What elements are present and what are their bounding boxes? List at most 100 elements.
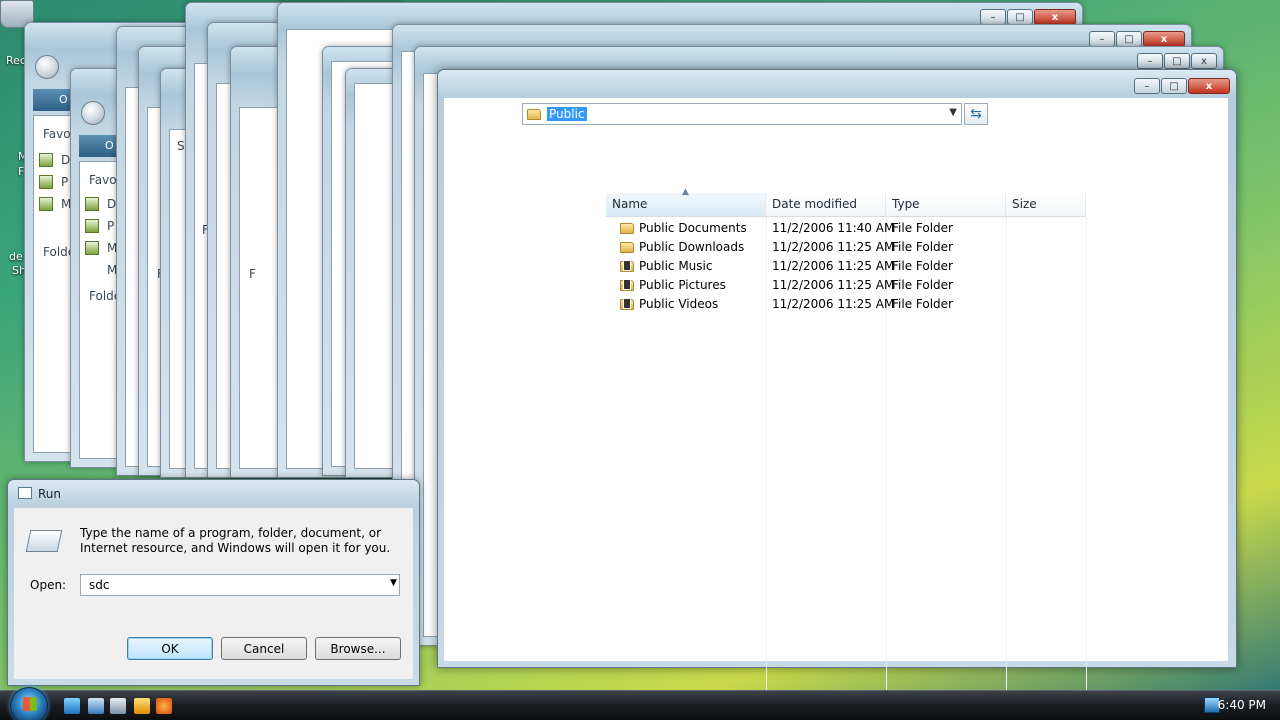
row-name: Public Pictures — [639, 278, 726, 292]
row-type: File Folder — [892, 297, 953, 311]
close-button[interactable]: x — [1143, 31, 1185, 47]
sort-ascending-icon: ▲ — [682, 187, 689, 197]
sidebar-item[interactable]: P — [107, 219, 114, 233]
start-button[interactable] — [10, 687, 48, 720]
close-button[interactable]: x — [1191, 53, 1217, 69]
toolbar-label: O — [105, 139, 114, 152]
column-divider — [766, 217, 767, 692]
maximize-button[interactable]: □ — [1007, 9, 1033, 25]
run-dialog-title: Run — [38, 487, 62, 501]
caption-buttons: – □ x — [1137, 53, 1217, 69]
run-dialog-body: Type the name of a program, folder, docu… — [14, 508, 413, 679]
column-header-type[interactable]: Type — [886, 193, 1006, 217]
sidebar-favorites-label: Favo — [89, 173, 117, 187]
row-name-cell: Public Videos — [620, 297, 718, 311]
row-name: Public Videos — [639, 297, 719, 311]
caption-buttons: – □ x — [1089, 31, 1185, 47]
row-date: 11/2/2006 11:25 AM — [772, 278, 895, 292]
refresh-button[interactable]: ⇆ — [964, 103, 988, 125]
public-explorer-window[interactable]: – □ x Public ▼ ⇆ ▲ Name Date modified Ty… — [437, 69, 1237, 692]
taskbar-clock[interactable]: 6:40 PM — [1218, 698, 1266, 712]
show-desktop-icon[interactable] — [88, 698, 104, 714]
address-bar[interactable]: Public ▼ — [522, 103, 962, 125]
sidebar-favorites-label: Favo — [43, 127, 71, 141]
sidebar-item[interactable]: D — [107, 197, 116, 211]
music-icon — [39, 197, 53, 211]
minimize-button[interactable]: – — [1089, 31, 1115, 47]
folder-icon — [527, 108, 541, 120]
toolbar-label: O — [59, 93, 68, 106]
windows-logo-icon — [23, 697, 37, 711]
close-button[interactable]: x — [1034, 9, 1076, 25]
folder-icon — [620, 222, 634, 234]
run-dialog[interactable]: Run Type the name of a program, folder, … — [7, 479, 420, 686]
music-icon — [85, 241, 99, 255]
row-name-cell: Public Documents — [620, 221, 747, 235]
row-type: File Folder — [892, 278, 953, 292]
row-date: 11/2/2006 11:25 AM — [772, 240, 895, 254]
run-window-icon — [18, 487, 32, 499]
folder-icon — [620, 241, 634, 253]
pictures-folder-icon — [620, 278, 634, 291]
maximize-button[interactable]: □ — [1164, 53, 1190, 69]
chevron-down-icon[interactable]: ▼ — [390, 578, 397, 588]
row-name: Public Documents — [639, 221, 747, 235]
run-open-input[interactable] — [80, 574, 400, 596]
row-date: 11/2/2006 11:40 AM — [772, 221, 895, 235]
row-name: Public Downloads — [639, 240, 745, 254]
videos-folder-icon — [620, 297, 634, 310]
explorer-content: Public ▼ ⇆ ▲ Name Date modified Type Siz… — [444, 98, 1228, 692]
row-name: Public Music — [639, 259, 713, 273]
caption-buttons: – □ x — [980, 9, 1076, 25]
minimize-button[interactable]: – — [1134, 78, 1160, 94]
chevron-down-icon[interactable]: ▼ — [949, 107, 957, 118]
column-header-date[interactable]: Date modified — [766, 193, 886, 217]
picture-icon — [85, 219, 99, 233]
document-icon — [39, 153, 53, 167]
music-folder-icon — [620, 259, 634, 272]
row-name-cell: Public Pictures — [620, 278, 726, 292]
picture-icon — [39, 175, 53, 189]
column-header-label: Type — [892, 197, 920, 211]
sidebar-item[interactable]: D — [61, 153, 70, 167]
minimize-button[interactable]: – — [1137, 53, 1163, 69]
row-name-cell: Public Downloads — [620, 240, 744, 254]
switch-windows-icon[interactable] — [110, 698, 126, 714]
sidebar-item[interactable]: F — [249, 267, 256, 281]
sidebar-item[interactable]: P — [61, 175, 68, 189]
desktop-label-recycle: Rec — [6, 54, 26, 67]
column-divider — [1086, 217, 1087, 692]
row-type: File Folder — [892, 259, 953, 273]
column-divider — [1006, 217, 1007, 692]
media-player-icon[interactable] — [134, 698, 150, 714]
internet-explorer-icon[interactable] — [64, 698, 80, 714]
browse-button[interactable]: Browse... — [315, 637, 401, 660]
column-header-label: Name — [612, 197, 648, 211]
column-header-size[interactable]: Size — [1006, 193, 1086, 217]
column-header-name[interactable]: ▲ Name — [606, 187, 766, 217]
back-button[interactable] — [81, 101, 105, 125]
ok-button[interactable]: OK — [127, 637, 213, 660]
document-icon — [85, 197, 99, 211]
refresh-icon: ⇆ — [970, 106, 982, 122]
run-icon — [25, 530, 63, 552]
maximize-button[interactable]: □ — [1116, 31, 1142, 47]
desktop-label-fragment: de — [9, 250, 23, 263]
run-description: Type the name of a program, folder, docu… — [80, 526, 391, 555]
caption-buttons: – □ x — [1134, 78, 1230, 94]
cancel-button[interactable]: Cancel — [221, 637, 307, 660]
close-button[interactable]: x — [1188, 78, 1230, 94]
minimize-button[interactable]: – — [980, 9, 1006, 25]
maximize-button[interactable]: □ — [1161, 78, 1187, 94]
column-header-label: Date modified — [772, 197, 858, 211]
column-header-label: Size — [1012, 197, 1037, 211]
taskbar: 6:40 PM — [0, 687, 1280, 720]
back-button[interactable] — [35, 55, 59, 79]
row-type: File Folder — [892, 221, 953, 235]
open-label: Open: — [30, 578, 67, 592]
row-name-cell: Public Music — [620, 259, 712, 273]
firefox-icon[interactable] — [156, 698, 172, 714]
row-date: 11/2/2006 11:25 AM — [772, 259, 895, 273]
row-date: 11/2/2006 11:25 AM — [772, 297, 895, 311]
address-path[interactable]: Public — [547, 107, 587, 121]
